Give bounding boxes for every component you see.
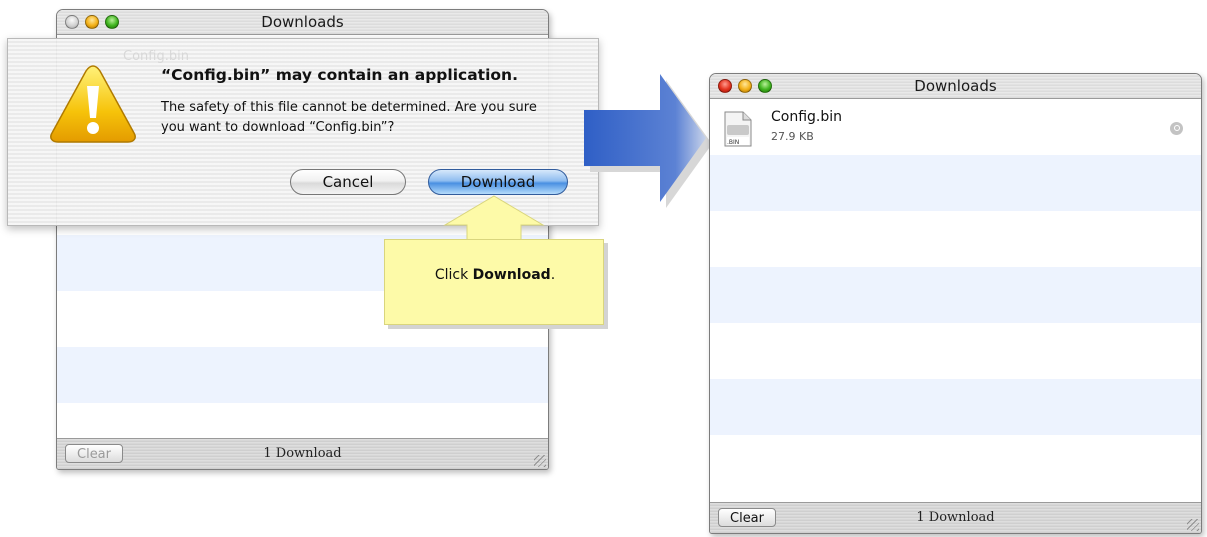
resize-grip-icon[interactable] — [1187, 519, 1199, 531]
file-name: Config.bin — [771, 109, 843, 125]
warning-icon — [50, 65, 136, 143]
callout-arrow-icon — [443, 195, 545, 242]
list-row — [710, 379, 1201, 435]
right-statusbar: Clear 1 Download — [710, 502, 1201, 533]
cancel-button[interactable]: Cancel — [290, 169, 406, 195]
callout-prefix: Click — [434, 267, 473, 283]
list-row — [57, 347, 548, 403]
list-row — [710, 323, 1201, 379]
list-row — [710, 267, 1201, 323]
callout-text: Click Download. — [384, 267, 606, 283]
right-downloads-window: Downloads .BIN Config.bin 27.9 KB Clear … — [709, 73, 1202, 534]
right-window-title: Downloads — [914, 77, 997, 95]
reveal-in-finder-icon[interactable] — [1170, 122, 1183, 135]
list-row — [710, 155, 1201, 211]
callout-bold: Download — [472, 267, 551, 283]
resize-grip-icon[interactable] — [534, 455, 546, 467]
download-count: 1 Download — [263, 446, 342, 461]
left-window-title: Downloads — [261, 13, 344, 31]
list-row — [710, 435, 1201, 491]
download-count: 1 Download — [916, 510, 995, 525]
instruction-callout: Click Download. — [384, 195, 606, 331]
file-type-label: .BIN — [727, 139, 740, 146]
transition-arrow-icon — [584, 74, 712, 208]
right-titlebar: Downloads — [710, 74, 1201, 99]
list-row — [710, 211, 1201, 267]
callout-suffix: . — [550, 267, 556, 283]
right-downloads-list: .BIN Config.bin 27.9 KB — [710, 99, 1201, 491]
file-size: 27.9 KB — [771, 130, 814, 143]
left-titlebar: Downloads — [57, 10, 548, 35]
download-button[interactable]: Download — [428, 169, 568, 195]
sheet-message: The safety of this file cannot be determ… — [161, 100, 537, 135]
sheet-title: “Config.bin” may contain an application. — [161, 66, 518, 84]
download-item[interactable]: .BIN Config.bin 27.9 KB — [710, 99, 1201, 155]
left-statusbar: Clear 1 Download — [57, 438, 548, 469]
